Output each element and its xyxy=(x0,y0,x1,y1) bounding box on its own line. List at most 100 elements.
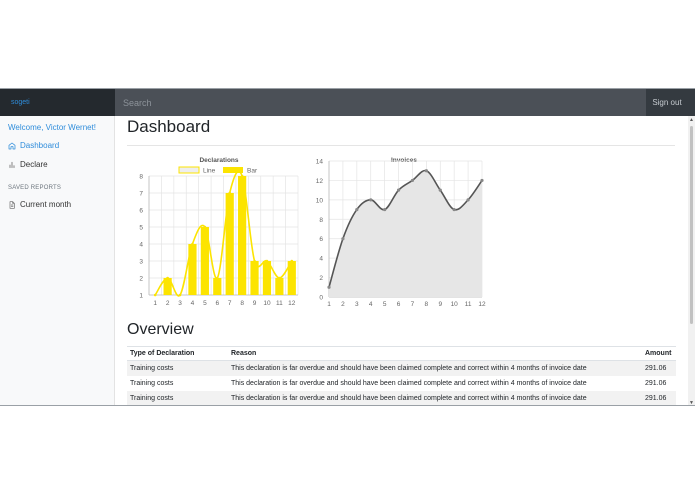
cell-amount: 291.06 xyxy=(642,390,676,405)
x-tick-label: 9 xyxy=(438,301,442,308)
line-point xyxy=(410,178,415,183)
x-tick-label: 12 xyxy=(478,301,486,308)
cell-type: Training costs xyxy=(130,379,174,387)
main-content: Dashboard Declarations Line Bar 1 2 3 4 5 6 7 8 1 2 3… xyxy=(115,116,688,405)
scrollbar-thumb[interactable] xyxy=(690,126,693,324)
y-tick-label: 12 xyxy=(316,178,324,185)
legend-label-line: Line xyxy=(203,168,216,175)
vertical-scrollbar[interactable]: ▲ ▼ xyxy=(688,116,695,405)
line-point xyxy=(383,207,387,212)
file-text-icon xyxy=(9,200,15,209)
x-tick-label: 4 xyxy=(369,301,373,308)
cell-reason: This declaration is far overdue and shou… xyxy=(228,390,642,405)
y-tick-label: 4 xyxy=(139,242,143,249)
line-point xyxy=(153,293,157,297)
x-tick-label: 2 xyxy=(166,300,170,307)
x-tick-label: 6 xyxy=(397,301,401,308)
y-tick-label: 0 xyxy=(319,295,323,302)
search-input[interactable] xyxy=(115,89,646,116)
x-tick-label: 12 xyxy=(288,300,296,307)
x-tick-label: 6 xyxy=(215,300,219,307)
x-tick-label: 5 xyxy=(203,300,207,307)
line-point xyxy=(480,178,484,183)
cell-reason: This declaration is far overdue and shou… xyxy=(228,360,642,376)
column-header-type: Type of Declaration xyxy=(127,346,228,361)
cell-amount: 291.06 xyxy=(642,360,676,376)
x-tick-label: 11 xyxy=(276,300,283,307)
table-row[interactable]: Training costs This declaration is far o… xyxy=(127,376,676,391)
y-tick-label: 8 xyxy=(139,174,143,181)
line-point xyxy=(191,242,194,246)
y-tick-label: 3 xyxy=(139,259,143,266)
line-point xyxy=(166,276,169,280)
y-tick-label: 10 xyxy=(316,197,324,204)
table-header-row: Type of Declaration Reason Amount xyxy=(127,346,676,361)
x-tick-label: 8 xyxy=(240,300,244,307)
saved-reports-heading: SAVED REPORTS xyxy=(8,185,62,191)
column-header-reason: Reason xyxy=(228,346,642,361)
x-tick-label: 10 xyxy=(263,300,271,307)
page-title: Dashboard xyxy=(127,117,211,136)
line-point xyxy=(396,188,401,192)
brand-logo[interactable]: sogeti xyxy=(0,89,115,116)
x-tick-label: 9 xyxy=(253,300,257,307)
y-tick-label: 2 xyxy=(139,276,143,283)
x-tick-label: 10 xyxy=(451,301,459,308)
line-point xyxy=(424,169,428,173)
y-tick-label: 8 xyxy=(319,217,323,224)
sidebar-item-declare[interactable]: Declare xyxy=(8,160,48,169)
table-row[interactable]: Training costs This declaration is far o… xyxy=(127,360,676,376)
sidebar: Welcome, Victor Wernet! Dashboard Declar… xyxy=(0,116,115,405)
line-point xyxy=(253,259,256,263)
line-point xyxy=(369,198,373,202)
overview-title: Overview xyxy=(127,321,194,338)
line-point xyxy=(215,276,219,280)
chart-title: Declarations xyxy=(199,157,238,164)
y-tick-label: 5 xyxy=(139,225,143,232)
bar-chart-icon xyxy=(9,161,15,168)
home-icon xyxy=(8,142,16,149)
cell-amount: 291.06 xyxy=(645,379,667,387)
y-tick-label: 2 xyxy=(319,275,323,282)
x-tick-label: 1 xyxy=(327,301,331,308)
sidebar-item-current-month[interactable]: Current month xyxy=(8,200,71,209)
line-point xyxy=(278,276,281,280)
y-tick-label: 6 xyxy=(319,236,323,243)
cell-type: Training costs xyxy=(127,360,228,376)
top-navbar: sogeti Sign out xyxy=(0,89,695,116)
bar xyxy=(275,278,284,295)
sign-out-link[interactable]: Sign out xyxy=(646,89,688,116)
y-tick-label: 6 xyxy=(139,208,143,215)
invoices-chart: Invoices024681012141 2 3 4 5 6 7 8 9 10 11 12 xyxy=(316,157,486,308)
area-fill xyxy=(329,170,482,297)
line-point xyxy=(203,225,207,229)
column-header-amount: Amount xyxy=(642,346,676,361)
line-point xyxy=(355,207,359,212)
line-point xyxy=(290,259,294,263)
x-tick-label: 7 xyxy=(411,301,415,308)
line-point xyxy=(327,285,331,289)
scroll-down-arrow-icon[interactable]: ▼ xyxy=(689,400,694,405)
line-point xyxy=(466,198,470,202)
y-tick-label: 7 xyxy=(139,191,143,198)
sidebar-item-label: Current month xyxy=(20,200,72,209)
x-tick-label: 2 xyxy=(341,301,345,308)
line-point xyxy=(178,293,182,297)
line-point xyxy=(452,207,456,212)
chart-title: Invoices xyxy=(391,157,417,164)
sidebar-item-label: Dashboard xyxy=(20,141,60,150)
legend-swatch-line xyxy=(178,166,200,174)
x-tick-label: 8 xyxy=(425,301,429,308)
cell-reason: This declaration is far overdue and shou… xyxy=(231,379,587,387)
app-window: sogeti Sign out Welcome, Victor Wernet! … xyxy=(0,88,695,406)
x-tick-label: 4 xyxy=(191,300,195,307)
line-point xyxy=(341,237,345,241)
line-point xyxy=(265,259,269,263)
welcome-message: Welcome, Victor Wernet! xyxy=(8,123,97,132)
sidebar-item-dashboard[interactable]: Dashboard xyxy=(8,141,59,150)
scroll-up-arrow-icon[interactable]: ▲ xyxy=(689,117,694,123)
line-point xyxy=(240,174,244,178)
table-row[interactable]: Training costs This declaration is far o… xyxy=(127,390,676,405)
bar xyxy=(213,278,222,295)
title-divider xyxy=(127,145,675,146)
